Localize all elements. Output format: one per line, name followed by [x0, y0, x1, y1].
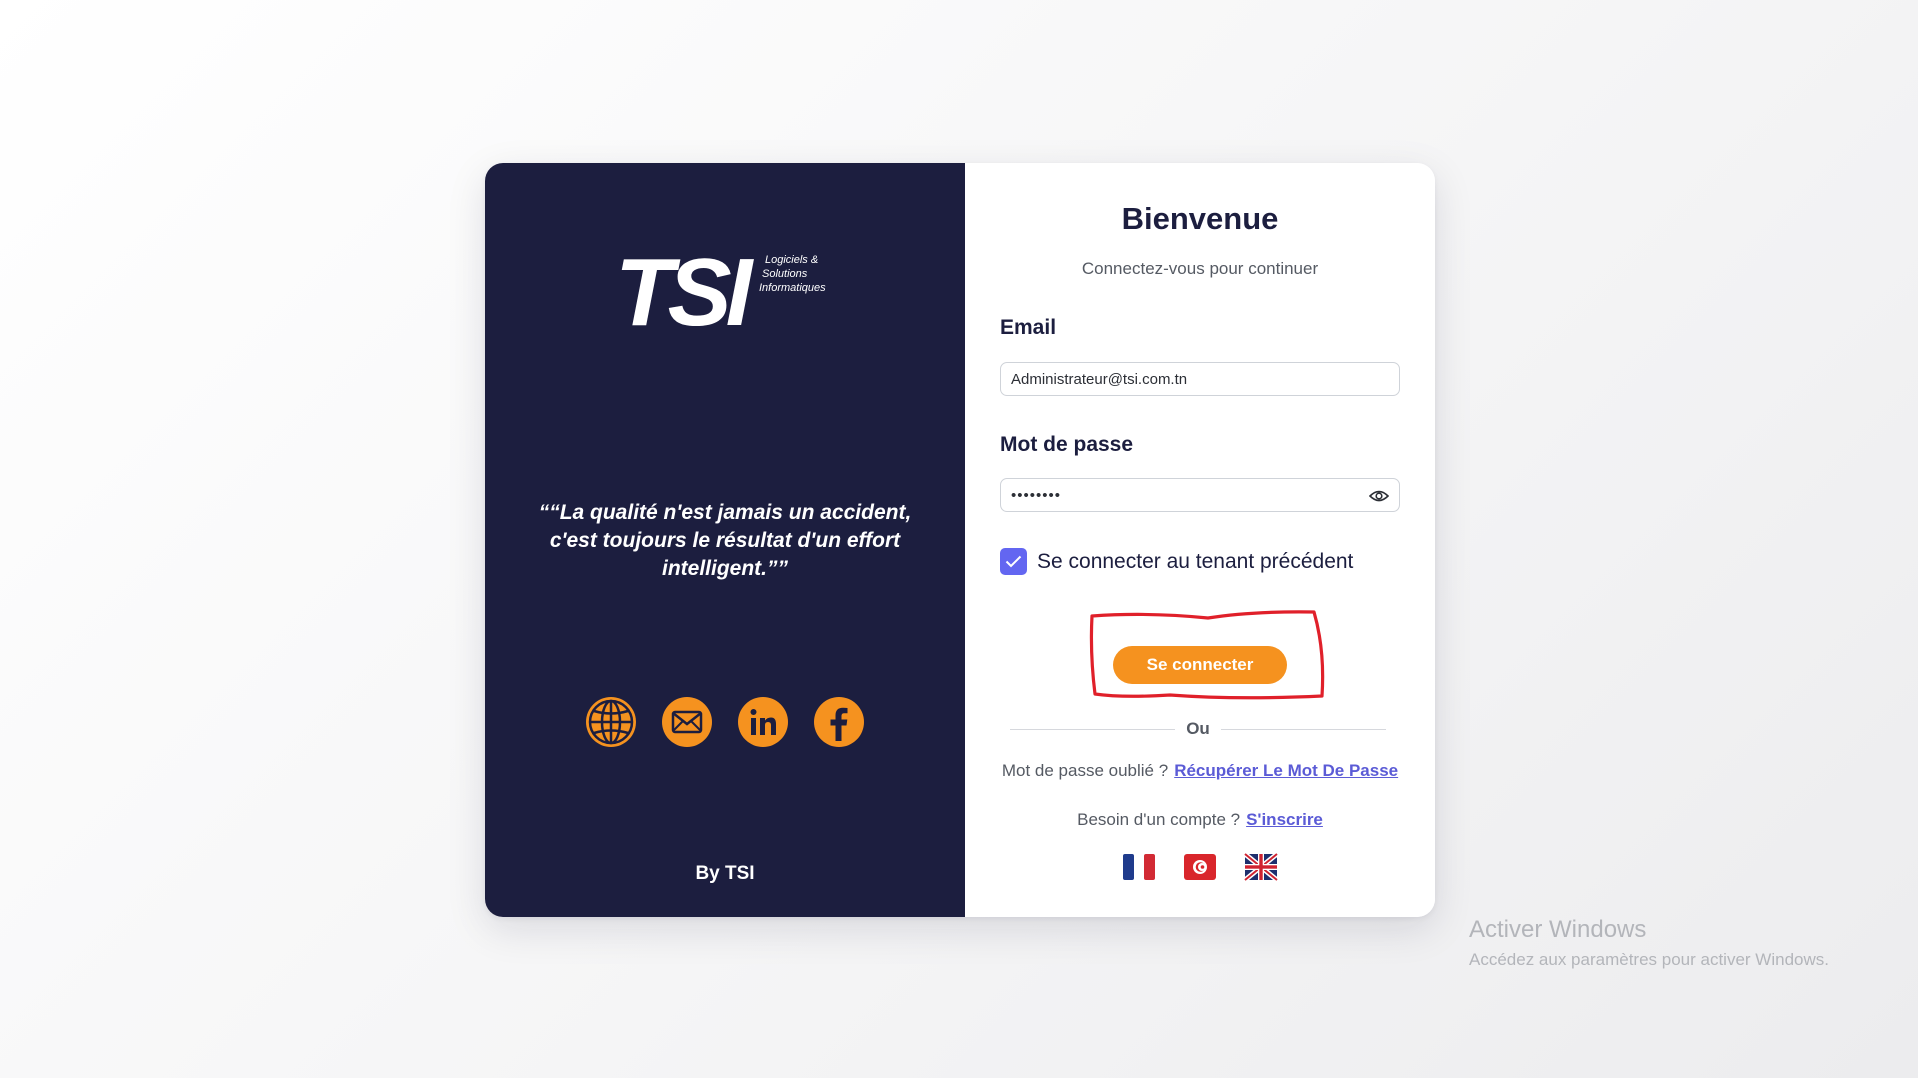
login-form-panel: Bienvenue Connectez-vous pour continuer … — [965, 163, 1435, 917]
windows-activation-subtitle: Accédez aux paramètres pour activer Wind… — [1469, 950, 1829, 969]
page-subtitle: Connectez-vous pour continuer — [1081, 259, 1319, 278]
flag-tn-icon[interactable] — [1183, 853, 1217, 881]
logo-text: TSI — [615, 247, 755, 333]
login-button[interactable]: Se connecter — [1113, 646, 1287, 684]
password-label: Mot de passe — [1000, 433, 1134, 456]
byline: By TSI — [695, 863, 755, 884]
windows-activation-title: Activer Windows — [1469, 916, 1647, 943]
email-link[interactable] — [662, 697, 712, 747]
email-field[interactable] — [1000, 362, 1400, 396]
social-links — [485, 697, 965, 747]
divider-line-right — [1221, 729, 1386, 730]
signup-text: Besoin d'un compte ? — [1077, 810, 1241, 829]
brand-quote: ““La qualité n'est jamais un accident, c… — [538, 501, 912, 580]
facebook-icon — [830, 707, 848, 741]
page-title: Bienvenue — [1121, 201, 1279, 236]
facebook-link[interactable] — [814, 697, 864, 747]
login-card: TSI Logiciels & Solutions Informatiques … — [485, 163, 1435, 917]
logo-tagline-2: Solutions — [762, 268, 808, 280]
brand-panel: TSI Logiciels & Solutions Informatiques … — [485, 163, 965, 917]
logo-tagline-1: Logiciels & — [765, 254, 818, 266]
flag-uk-icon[interactable] — [1244, 853, 1278, 881]
linkedin-icon — [750, 709, 776, 735]
recover-password-link[interactable]: Récupérer Le Mot De Passe — [1174, 761, 1398, 780]
linkedin-link[interactable] — [738, 697, 788, 747]
remember-tenant-label: Se connecter au tenant précédent — [1037, 550, 1354, 573]
globe-icon — [588, 699, 634, 745]
show-password-toggle[interactable] — [1367, 484, 1391, 508]
remember-tenant-checkbox[interactable] — [1000, 548, 1027, 575]
checkmark-icon — [1005, 555, 1022, 568]
forgot-password-text: Mot de passe oublié ? — [1001, 761, 1169, 780]
signup-link[interactable]: S'inscrire — [1246, 810, 1323, 829]
website-link[interactable] — [586, 697, 636, 747]
signup-row: Besoin d'un compte ? S'inscrire — [965, 810, 1435, 830]
eye-icon — [1369, 490, 1389, 502]
password-field[interactable] — [1000, 478, 1400, 512]
or-divider: Ou — [1010, 719, 1386, 739]
envelope-icon — [671, 710, 703, 734]
tsi-logo: TSI Logiciels & Solutions Informatiques — [615, 247, 826, 333]
language-switcher — [965, 853, 1435, 881]
forgot-password-row: Mot de passe oublié ? Récupérer Le Mot De… — [965, 761, 1435, 781]
flag-fr-icon[interactable] — [1122, 853, 1156, 881]
logo-tagline-3: Informatiques — [759, 282, 826, 294]
email-label: Email — [1000, 316, 1057, 339]
